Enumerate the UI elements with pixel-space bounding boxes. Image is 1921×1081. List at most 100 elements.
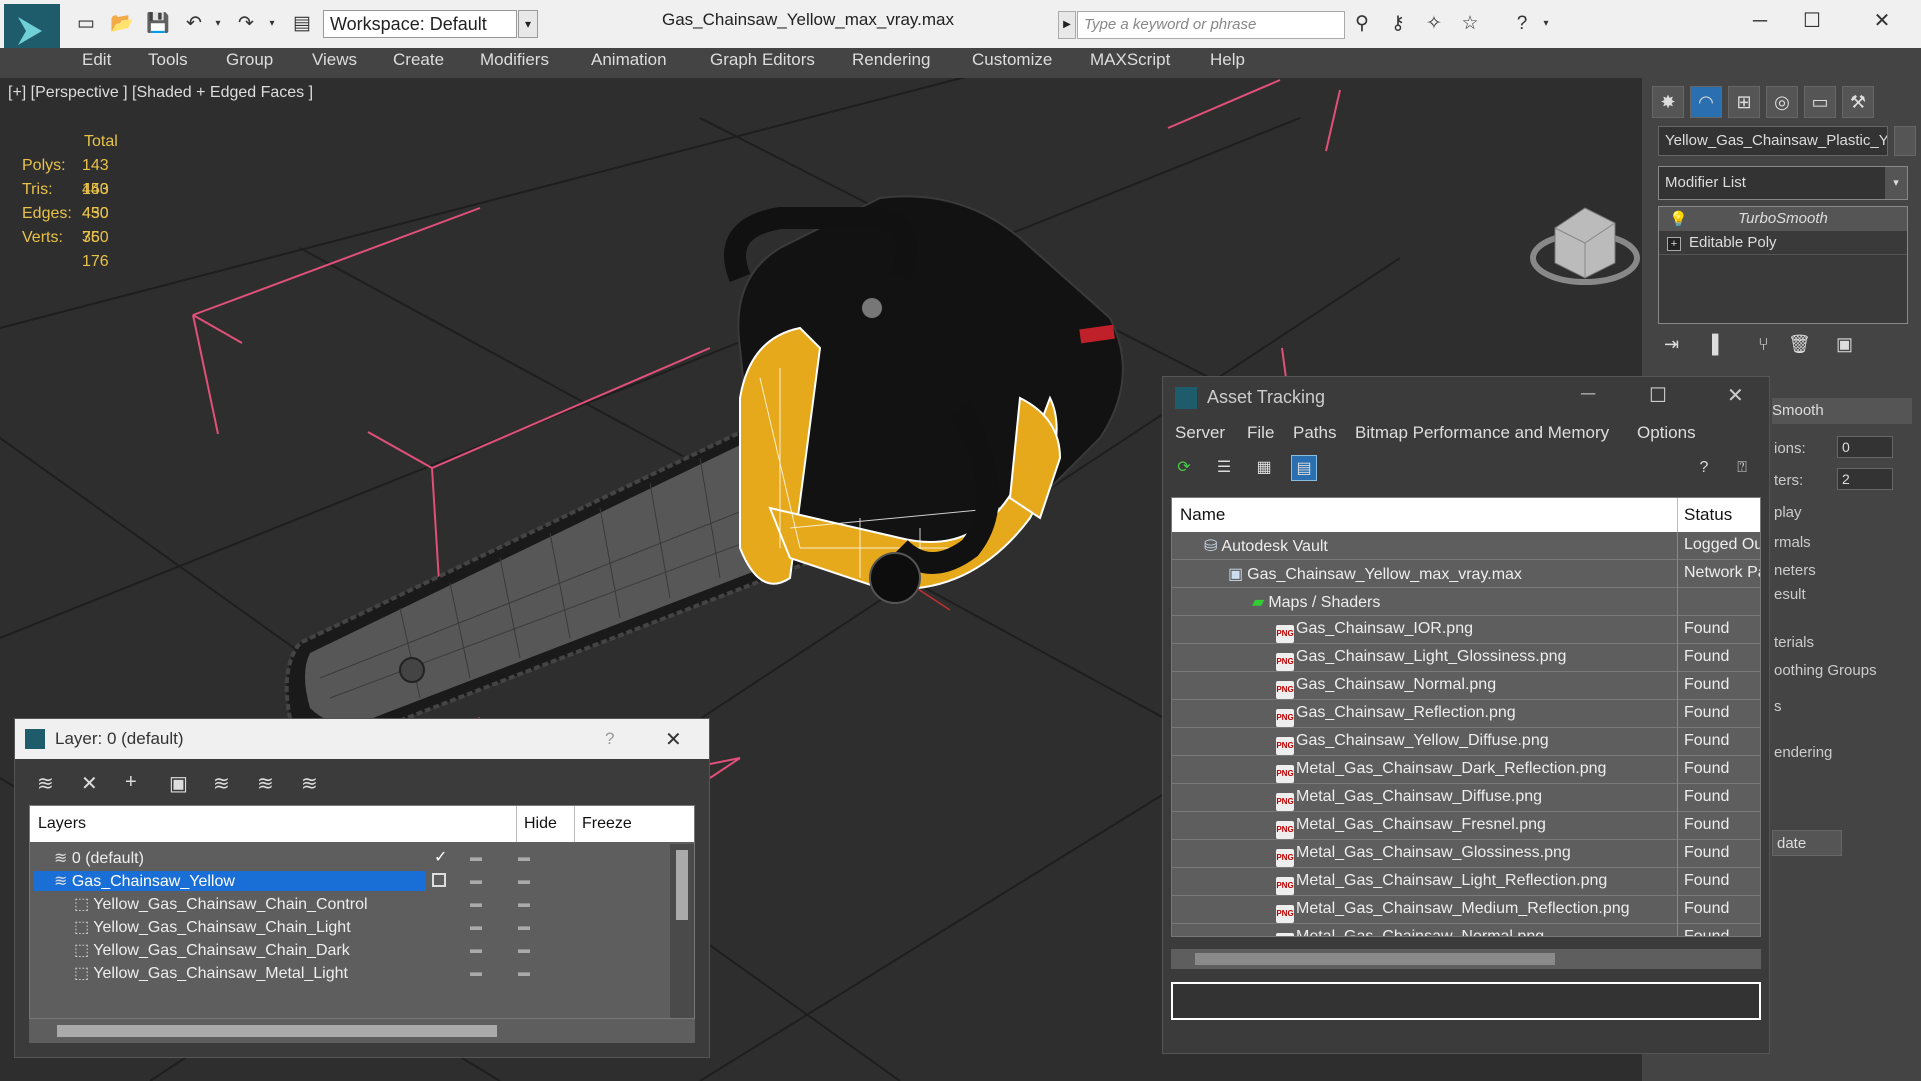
freeze-toggle-icon[interactable]: ▬: [518, 919, 530, 933]
menu-customize[interactable]: Customize: [972, 50, 1052, 70]
binoculars-icon[interactable]: ⚲: [1350, 12, 1374, 36]
maximize-button[interactable]: ☐: [1649, 383, 1667, 408]
search-expand-button[interactable]: ▶: [1058, 11, 1076, 39]
hide-toggle-icon[interactable]: ▬: [470, 896, 482, 910]
create-layer-icon[interactable]: ≋: [37, 771, 54, 796]
pin-stack-icon[interactable]: ⇥: [1664, 334, 1679, 355]
display-tab-icon[interactable]: ▭: [1804, 86, 1836, 118]
configure-modifier-sets-icon[interactable]: ▣: [1836, 334, 1853, 355]
refresh-icon[interactable]: ⟳: [1171, 455, 1197, 481]
list-view-icon[interactable]: ☰: [1211, 455, 1237, 481]
search-input[interactable]: Type a keyword or phrase: [1077, 11, 1345, 39]
object-name-field[interactable]: Yellow_Gas_Chainsaw_Plastic_Y: [1658, 126, 1888, 156]
new-file-icon[interactable]: ▭: [74, 12, 98, 36]
asset-row[interactable]: ▰ Maps / Shaders: [1172, 588, 1760, 616]
freeze-toggle-icon[interactable]: ▬: [518, 965, 530, 979]
layer-vertical-scrollbar[interactable]: [670, 844, 694, 1018]
table-view-icon[interactable]: ▤: [1291, 455, 1317, 481]
freeze-toggle-icon[interactable]: ▬: [518, 896, 530, 910]
help-icon[interactable]: ?: [1510, 12, 1534, 36]
freeze-toggle-icon[interactable]: ▬: [518, 850, 530, 864]
viewport-label[interactable]: [+] [Perspective ] [Shaded + Edged Faces…: [8, 84, 313, 102]
hierarchy-tab-icon[interactable]: ⊞: [1728, 86, 1760, 118]
undo-dropdown-icon[interactable]: ▾: [206, 12, 230, 36]
redo-icon[interactable]: ↷: [234, 12, 258, 36]
asset-row[interactable]: ▣ Gas_Chainsaw_Yellow_max_vray.max Network…: [1172, 560, 1760, 588]
hide-toggle-icon[interactable]: ▬: [470, 873, 482, 887]
update-button[interactable]: date: [1772, 830, 1842, 856]
minimize-button[interactable]: ─: [1740, 6, 1780, 36]
freeze-toggle-icon[interactable]: ▬: [518, 942, 530, 956]
remove-modifier-icon[interactable]: 🗑: [1788, 334, 1811, 355]
asset-row[interactable]: PNG Gas_Chainsaw_Yellow_Diffuse.png Found: [1172, 728, 1760, 756]
motion-tab-icon[interactable]: ◎: [1766, 86, 1798, 118]
save-file-icon[interactable]: 💾: [146, 12, 170, 36]
asset-row[interactable]: PNGMetal_Gas_Chainsaw_Normal.png Found: [1172, 924, 1760, 936]
freeze-toggle-icon[interactable]: ▬: [518, 873, 530, 887]
menu-modifiers[interactable]: Modifiers: [480, 50, 549, 70]
layer-horizontal-scrollbar[interactable]: [29, 1019, 695, 1043]
modify-tab-icon[interactable]: ◠: [1690, 86, 1722, 118]
column-hide[interactable]: Hide: [524, 815, 557, 833]
viewcube[interactable]: [1530, 207, 1640, 285]
communication-icon[interactable]: ✧: [1422, 12, 1446, 36]
layer-row[interactable]: ⬚ Yellow_Gas_Chainsaw_Metal_Light ▬ ▬: [30, 959, 670, 987]
menu-file[interactable]: File: [1247, 423, 1274, 443]
menu-animation[interactable]: Animation: [591, 50, 667, 70]
freeze-all-layers-icon[interactable]: ≋: [301, 771, 318, 796]
current-layer-check-icon[interactable]: ✓: [434, 847, 447, 867]
close-button[interactable]: ✕: [1862, 6, 1902, 36]
menu-options[interactable]: Options: [1637, 423, 1696, 443]
menu-edit[interactable]: Edit: [82, 50, 111, 70]
asset-row[interactable]: PNG Metal_Gas_Chainsaw_Glossiness.png Foun…: [1172, 840, 1760, 868]
hide-toggle-icon[interactable]: ▬: [470, 965, 482, 979]
close-button[interactable]: ✕: [1727, 383, 1744, 408]
create-tab-icon[interactable]: ✸: [1652, 86, 1684, 118]
select-layer-icon[interactable]: ≋: [213, 771, 230, 796]
asset-row[interactable]: PNG Metal_Gas_Chainsaw_Dark_Reflection.pn…: [1172, 756, 1760, 784]
asset-row[interactable]: PNG Gas_Chainsaw_IOR.png Found: [1172, 616, 1760, 644]
redo-dropdown-icon[interactable]: ▾: [260, 12, 284, 36]
workspace-dropdown-button[interactable]: ▾: [518, 10, 538, 38]
menu-maxscript[interactable]: MAXScript: [1090, 50, 1170, 70]
utilities-tab-icon[interactable]: ⚒: [1842, 86, 1874, 118]
hide-toggle-icon[interactable]: ▬: [470, 919, 482, 933]
close-button[interactable]: ✕: [665, 727, 682, 752]
menu-create[interactable]: Create: [393, 50, 444, 70]
maximize-button[interactable]: ☐: [1792, 6, 1832, 36]
make-unique-icon[interactable]: ⑂: [1758, 334, 1769, 355]
select-objects-icon[interactable]: ▣: [169, 771, 188, 796]
set-current-layer-icon[interactable]: [432, 873, 446, 887]
asset-row[interactable]: PNG Gas_Chainsaw_Light_Glossiness.png Foun…: [1172, 644, 1760, 672]
asset-status-field[interactable]: [1171, 982, 1761, 1020]
iterations-spinner[interactable]: 0: [1837, 436, 1893, 458]
asset-row[interactable]: PNG Gas_Chainsaw_Reflection.png Found: [1172, 700, 1760, 728]
favorites-star-icon[interactable]: ☆: [1458, 12, 1482, 36]
asset-tracking-titlebar[interactable]: Asset Tracking ─ ☐ ✕: [1163, 377, 1769, 417]
workspace-selector[interactable]: Workspace: Default: [323, 10, 517, 38]
menu-tools[interactable]: Tools: [148, 50, 188, 70]
help-button[interactable]: ?: [605, 729, 614, 749]
column-name[interactable]: Name: [1180, 505, 1225, 525]
help-icon[interactable]: ?: [1691, 455, 1717, 481]
expand-plus-icon[interactable]: +: [1667, 237, 1681, 251]
object-color-swatch[interactable]: [1894, 126, 1916, 156]
scrollbar-thumb[interactable]: [57, 1025, 497, 1037]
stack-item-editable-poly[interactable]: + Editable Poly: [1659, 231, 1907, 255]
help-dropdown-icon[interactable]: ▾: [1534, 12, 1558, 36]
column-freeze[interactable]: Freeze: [582, 815, 632, 833]
menu-rendering[interactable]: Rendering: [852, 50, 930, 70]
project-folder-icon[interactable]: ▤: [290, 12, 314, 36]
key-icon[interactable]: ⚷: [1386, 12, 1410, 36]
menu-graph-editors[interactable]: Graph Editors: [710, 50, 815, 70]
asset-row[interactable]: PNG Metal_Gas_Chainsaw_Medium_Reflection.…: [1172, 896, 1760, 924]
delete-layer-icon[interactable]: ✕: [81, 771, 98, 796]
asset-row[interactable]: ⛁ Autodesk Vault Logged Ou: [1172, 532, 1760, 560]
undo-icon[interactable]: ↶: [182, 12, 206, 36]
menu-group[interactable]: Group: [226, 50, 273, 70]
show-end-result-icon[interactable]: ▌: [1712, 334, 1725, 355]
menu-paths[interactable]: Paths: [1293, 423, 1336, 443]
column-status[interactable]: Status: [1684, 505, 1732, 525]
menu-server[interactable]: Server: [1175, 423, 1225, 443]
asset-row[interactable]: PNG Metal_Gas_Chainsaw_Diffuse.png Found: [1172, 784, 1760, 812]
